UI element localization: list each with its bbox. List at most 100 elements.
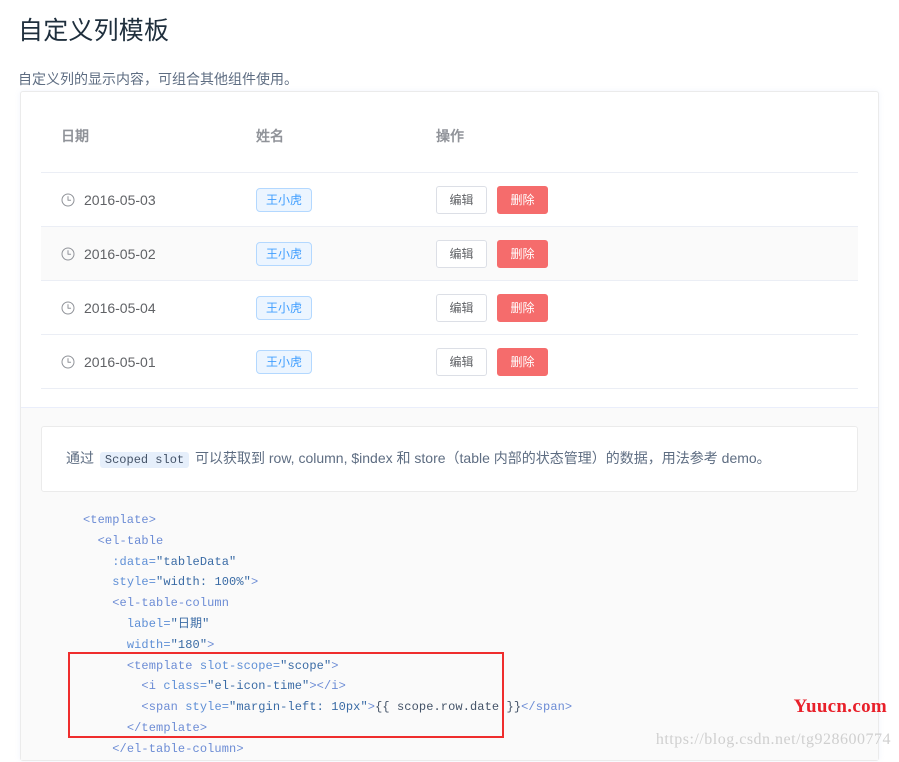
code-block-area: <template> <el-table :data="tableData" s… [41, 492, 858, 760]
code-snippet: <template> <el-table :data="tableData" s… [41, 510, 858, 760]
code-token: style= [185, 700, 230, 715]
cell-name: 王小虎 [256, 172, 436, 227]
edit-button[interactable]: 编辑 [436, 347, 487, 376]
code-token: > [250, 575, 259, 590]
page-description: 自定义列的显示内容，可组合其他组件使用。 [18, 71, 298, 87]
cell-date: 2016-05-04 [41, 280, 256, 335]
description-suffix: 可以获取到 row, column, $index 和 store（table … [195, 450, 771, 466]
demo-meta-area: 通过 Scoped slot 可以获取到 row, column, $index… [21, 407, 878, 760]
code-token: class= [163, 679, 208, 694]
code-token: label= [126, 616, 171, 631]
clock-icon [61, 301, 75, 315]
operation-buttons: 编辑 删除 [436, 293, 858, 322]
name-tag[interactable]: 王小虎 [256, 349, 313, 374]
delete-button[interactable]: 删除 [497, 239, 548, 268]
code-token: <span [141, 700, 186, 715]
description-box: 通过 Scoped slot 可以获取到 row, column, $index… [41, 426, 858, 492]
cell-name: 王小虎 [256, 280, 436, 335]
clock-icon [61, 193, 75, 207]
page-title: 自定义列模板 [18, 17, 170, 45]
table-row[interactable]: 2016-05-02 王小虎 编辑 删除 [41, 226, 858, 281]
date-text: 2016-05-03 [84, 191, 156, 208]
code-token: style= [112, 575, 157, 590]
code-token: "tableData" [156, 554, 237, 569]
data-table: 日期 姓名 操作 2016-05-03 王小虎 编辑 删除 2016-05-02 王小虎编… [41, 116, 858, 389]
code-token: "margin-left: 10px" [229, 700, 368, 715]
watermark-url: https://blog.csdn.net/tg928600774 [655, 731, 891, 748]
cell-date: 2016-05-02 [41, 226, 256, 281]
code-token: <i [141, 679, 164, 694]
code-token: "width: 100%" [156, 575, 251, 590]
clock-icon [61, 247, 75, 261]
code-token: ></i> [309, 679, 346, 694]
date-text: 2016-05-02 [84, 245, 156, 262]
table-row[interactable]: 2016-05-03 王小虎 编辑 删除 [41, 172, 858, 227]
column-header-operations: 操作 [436, 116, 858, 173]
delete-button[interactable]: 删除 [497, 293, 548, 322]
edit-button[interactable]: 编辑 [436, 185, 487, 214]
name-tag[interactable]: 王小虎 [256, 295, 313, 320]
code-token: <template> [83, 513, 157, 527]
code-token: "scope" [280, 658, 332, 673]
cell-date: 2016-05-01 [41, 334, 256, 389]
date-text: 2016-05-01 [84, 353, 156, 370]
description-prefix: 通过 [66, 450, 94, 466]
table-row[interactable]: 2016-05-04 王小虎 编辑 删除 [41, 280, 858, 335]
cell-name: 王小虎 [256, 226, 436, 281]
page-root: 自定义列模板 自定义列的显示内容，可组合其他组件使用。 日期 姓名 操作 201… [0, 0, 899, 762]
cell-operations: 编辑 删除 [436, 172, 858, 227]
cell-operations: 编辑 删除 [436, 280, 858, 335]
code-token: > [207, 637, 215, 652]
column-header-name: 姓名 [256, 116, 436, 173]
name-tag[interactable]: 王小虎 [256, 187, 313, 212]
code-token: <el-table-column [112, 596, 230, 611]
operation-buttons: 编辑 删除 [436, 347, 858, 376]
code-token: slot-scope= [199, 658, 281, 673]
demo-block-card: 日期 姓名 操作 2016-05-03 王小虎 编辑 删除 2016-05-02 王小虎编… [20, 91, 879, 761]
watermark-brand: Yuucn.com [793, 696, 887, 717]
cell-operations: 编辑 删除 [436, 226, 858, 281]
code-token: "el-icon-time" [207, 679, 310, 694]
date-text: 2016-05-04 [84, 299, 156, 316]
code-token: </el-table-column> [112, 741, 244, 756]
edit-button[interactable]: 编辑 [436, 239, 487, 268]
code-token: > [331, 658, 339, 673]
code-token: <el-table [97, 533, 164, 548]
column-header-date: 日期 [41, 116, 256, 173]
clock-icon [61, 355, 75, 369]
code-token: "日期" [170, 616, 210, 631]
code-token: width= [126, 637, 171, 652]
delete-button[interactable]: 删除 [497, 185, 548, 214]
cell-name: 王小虎 [256, 334, 436, 389]
code-token: </span> [521, 700, 573, 715]
table-header-row: 日期 姓名 操作 [41, 116, 858, 173]
demo-source-area: 日期 姓名 操作 2016-05-03 王小虎 编辑 删除 2016-05-02 王小虎编… [21, 92, 878, 407]
edit-button[interactable]: 编辑 [436, 293, 487, 322]
operation-buttons: 编辑 删除 [436, 185, 858, 214]
cell-operations: 编辑 删除 [436, 334, 858, 389]
cell-date: 2016-05-03 [41, 172, 256, 227]
delete-button[interactable]: 删除 [497, 347, 548, 376]
code-token: <template [126, 658, 200, 673]
name-tag[interactable]: 王小虎 [256, 241, 313, 266]
code-token: "180" [170, 637, 208, 652]
code-token: :data= [112, 554, 157, 569]
code-token: {{ scope.row.date }} [375, 700, 522, 715]
table-row[interactable]: 2016-05-01 王小虎 编辑 删除 [41, 334, 858, 389]
operation-buttons: 编辑 删除 [436, 239, 858, 268]
code-token: </template> [126, 720, 208, 735]
inline-code-scoped-slot: Scoped slot [99, 452, 190, 468]
table-body: 2016-05-03 王小虎 编辑 删除 2016-05-02 王小虎 编辑 删除 2016-0… [41, 172, 858, 389]
code-token: > [367, 700, 376, 715]
